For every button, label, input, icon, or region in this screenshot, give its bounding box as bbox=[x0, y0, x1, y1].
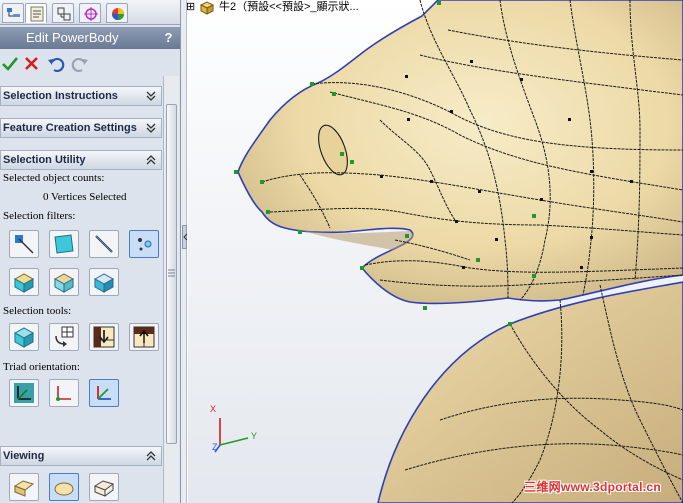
checkmark-icon bbox=[2, 57, 19, 71]
shell-body-icon bbox=[53, 273, 75, 293]
grow-grid-icon bbox=[93, 326, 115, 348]
double-chevron-down-icon bbox=[146, 91, 156, 101]
triad-orientation-label: Triad orientation: bbox=[3, 361, 80, 373]
cube-icon bbox=[13, 327, 35, 348]
section-title: Feature Creation Settings bbox=[3, 122, 137, 134]
color-wheel-icon bbox=[112, 8, 124, 20]
property-list-icon bbox=[30, 6, 44, 22]
selection-filters-label: Selection filters: bbox=[3, 210, 76, 222]
panel-scrollbar[interactable] bbox=[163, 76, 179, 503]
smooth-ellipse-icon bbox=[54, 482, 74, 496]
triad-y-label: Y bbox=[251, 431, 258, 441]
invert-grid-icon bbox=[55, 326, 74, 347]
redo-button[interactable] bbox=[70, 54, 90, 74]
help-button[interactable]: ? bbox=[161, 30, 176, 46]
filter-faces-button[interactable] bbox=[49, 230, 79, 258]
property-manager-panel: Edit PowerBody ? Selection Instructions … bbox=[0, 0, 181, 503]
section-selection-instructions[interactable]: Selection Instructions bbox=[0, 86, 162, 106]
tab-display-manager[interactable] bbox=[106, 3, 128, 23]
point-cloud-icon bbox=[138, 238, 152, 251]
splitter-collapse-handle[interactable] bbox=[182, 225, 188, 249]
feature-tree-icon bbox=[7, 8, 20, 17]
select-all-tool-button[interactable] bbox=[9, 323, 39, 351]
view-smooth-button[interactable] bbox=[49, 473, 79, 501]
solid-body-icon bbox=[13, 273, 35, 293]
view-shaded-button[interactable] bbox=[9, 473, 39, 501]
filter-bodies-button[interactable] bbox=[9, 268, 39, 296]
tab-property-manager[interactable] bbox=[25, 3, 47, 23]
vertices-selected-count: 0 Vertices Selected bbox=[43, 191, 127, 203]
face-filter-icon bbox=[54, 234, 74, 254]
double-chevron-up-icon bbox=[146, 155, 156, 165]
filter-points-button[interactable] bbox=[129, 230, 159, 258]
axes-world-icon bbox=[14, 383, 34, 403]
part-icon bbox=[199, 1, 215, 15]
tree-item-label: 牛2（預設<<預設>_顯示狀... bbox=[219, 1, 359, 13]
panel-title-bar: Edit PowerBody ? bbox=[0, 27, 180, 49]
shrink-grid-icon bbox=[133, 326, 155, 348]
triad-z-label: Z bbox=[212, 442, 218, 452]
undo-icon bbox=[48, 57, 65, 73]
undo-button[interactable] bbox=[46, 54, 66, 74]
axis-triad bbox=[214, 418, 249, 453]
triad-x-label: X bbox=[210, 404, 217, 414]
wire-box-icon bbox=[93, 480, 115, 497]
filter-mesh-bodies-button[interactable] bbox=[89, 268, 119, 296]
tab-feature-manager[interactable] bbox=[2, 3, 24, 23]
section-feature-creation-settings[interactable]: Feature Creation Settings bbox=[0, 118, 162, 138]
grip-icon bbox=[168, 269, 175, 277]
edge-filter-icon bbox=[95, 235, 113, 253]
model-render bbox=[214, 0, 683, 503]
filter-vertices-button[interactable] bbox=[9, 230, 39, 258]
tab-configuration-manager[interactable] bbox=[52, 3, 74, 23]
filter-shells-button[interactable] bbox=[49, 268, 79, 296]
shrink-selection-tool-button[interactable] bbox=[129, 323, 159, 351]
triad-local-button[interactable] bbox=[49, 379, 79, 407]
panel-splitter[interactable] bbox=[181, 0, 187, 503]
panel-title: Edit PowerBody bbox=[26, 30, 119, 45]
redo-icon bbox=[71, 57, 88, 73]
invert-selection-tool-button[interactable] bbox=[49, 323, 79, 351]
panel-tab-bar bbox=[0, 0, 180, 25]
section-title: Selection Utility bbox=[3, 154, 86, 166]
double-chevron-down-icon bbox=[146, 123, 156, 133]
section-viewing[interactable]: Viewing bbox=[0, 446, 162, 466]
model-body-surface bbox=[377, 281, 683, 503]
mesh-body-icon bbox=[93, 273, 115, 293]
axes-local-icon bbox=[56, 386, 71, 401]
close-icon bbox=[25, 57, 38, 70]
triad-world-button[interactable] bbox=[9, 379, 39, 407]
shaded-box-icon bbox=[13, 480, 35, 497]
section-title: Viewing bbox=[3, 450, 45, 462]
selected-object-counts-label: Selected object counts: bbox=[3, 172, 105, 184]
axes-view-icon bbox=[97, 386, 111, 400]
action-bar bbox=[0, 52, 180, 76]
configuration-icon bbox=[57, 7, 71, 21]
scrollbar-thumb[interactable] bbox=[166, 104, 177, 444]
triad-view-button[interactable] bbox=[89, 379, 119, 407]
section-selection-utility[interactable]: Selection Utility bbox=[0, 150, 162, 170]
tab-dimxpert[interactable] bbox=[79, 3, 101, 23]
vertex-filter-icon bbox=[15, 235, 34, 254]
model-head-surface bbox=[237, 0, 683, 305]
view-wireframe-button[interactable] bbox=[89, 473, 119, 501]
site-watermark: 三维网www.3dportal.cn bbox=[524, 480, 661, 494]
filter-edges-button[interactable] bbox=[89, 230, 119, 258]
ok-button[interactable] bbox=[0, 54, 20, 74]
section-title: Selection Instructions bbox=[3, 90, 118, 102]
graphics-viewport[interactable]: X Y Z 三维网www.3dportal.cn bbox=[188, 0, 683, 503]
tree-expander[interactable]: ⊞ bbox=[186, 0, 195, 15]
selection-tools-label: Selection tools: bbox=[3, 305, 72, 317]
double-chevron-up-icon bbox=[146, 451, 156, 461]
cancel-button[interactable] bbox=[22, 54, 42, 74]
grow-selection-tool-button[interactable] bbox=[89, 323, 119, 351]
crosshair-icon bbox=[84, 7, 98, 21]
